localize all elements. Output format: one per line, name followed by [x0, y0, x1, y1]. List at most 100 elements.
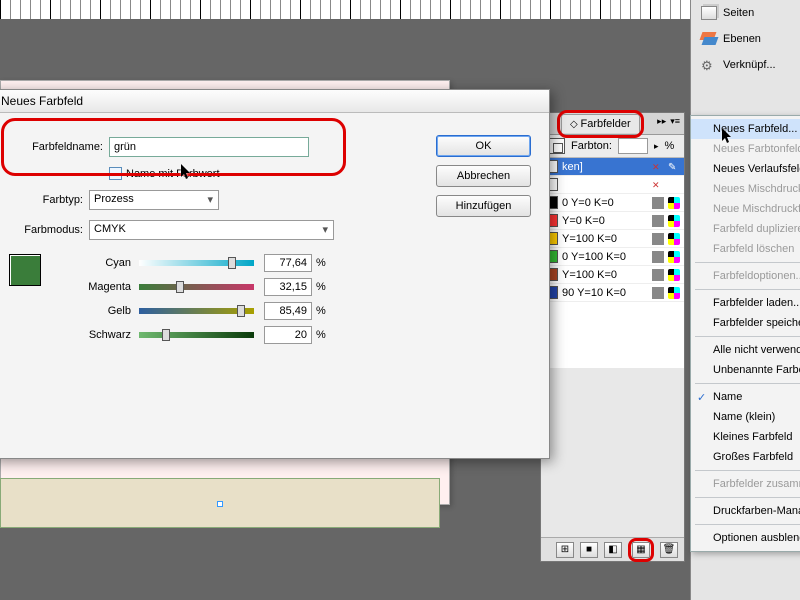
tab-swatches-label: Farbfelder — [580, 118, 630, 130]
slider-value-input[interactable] — [264, 278, 312, 296]
menu-item[interactable]: Neues Farbfeld... — [691, 119, 800, 139]
cmyk-icon — [668, 287, 680, 299]
ruler-horizontal[interactable] — [0, 0, 700, 20]
tint-pct: % — [665, 140, 675, 152]
dock-item-verknüpf...[interactable]: Verknüpf... — [691, 52, 800, 78]
swatch-name: 0 Y=100 K=0 — [562, 251, 648, 263]
slider-value-input[interactable] — [264, 326, 312, 344]
slider-label: Magenta — [59, 281, 139, 293]
colormode-value: CMYK — [94, 223, 126, 235]
cmyk-icon — [668, 197, 680, 209]
spot-icon — [652, 269, 664, 281]
swatch-name: Y=100 K=0 — [562, 269, 648, 281]
panel-collapse-icon[interactable]: ▸▸ — [657, 116, 666, 127]
menu-item: Neues Mischdruckfeld... — [691, 179, 800, 199]
slider-row-cyan: Cyan % — [59, 254, 326, 272]
menu-item[interactable]: Kleines Farbfeld — [691, 427, 800, 447]
add-button[interactable]: Hinzufügen — [436, 195, 531, 217]
swatch-row[interactable]: 0 Y=100 K=0 — [541, 248, 684, 266]
ic-links-icon — [701, 58, 717, 72]
slider-label: Cyan — [59, 257, 139, 269]
swatch-name: 0 Y=0 K=0 — [562, 197, 648, 209]
panel-tabbar: ≡ ◇ Farbfelder ▸▸ ▾≡ — [541, 113, 684, 135]
menu-item[interactable]: Neues Verlaufsfeld... — [691, 159, 800, 179]
swatch-name-input[interactable] — [109, 137, 309, 157]
dock-item-ebenen[interactable]: Ebenen — [691, 26, 800, 52]
colortype-select[interactable]: Prozess — [89, 190, 219, 210]
slider-track[interactable] — [139, 308, 254, 314]
tab-swatches[interactable]: ◇ Farbfelder — [561, 114, 640, 133]
menu-item[interactable]: Name (klein) — [691, 407, 800, 427]
spot-icon — [652, 197, 664, 209]
delete-swatch-button[interactable]: 🗑 — [660, 542, 678, 558]
panel-menu-icon[interactable]: ▾≡ — [670, 116, 680, 127]
swatch-kind2-button[interactable]: ◧ — [604, 542, 622, 558]
pct-label: % — [316, 257, 326, 269]
slider-value-input[interactable] — [264, 302, 312, 320]
swatch-name: ken] — [562, 161, 648, 173]
menu-item[interactable]: Großes Farbfeld — [691, 447, 800, 467]
colortype-value: Prozess — [94, 193, 134, 205]
cancel-button[interactable]: Abbrechen — [436, 165, 531, 187]
slider-track[interactable] — [139, 260, 254, 266]
menu-separator — [695, 497, 800, 498]
menu-separator — [695, 262, 800, 263]
menu-item[interactable]: Alle nicht verwendeten auswählen — [691, 340, 800, 360]
swatch-row[interactable]: Y=100 K=0 — [541, 230, 684, 248]
menu-separator — [695, 383, 800, 384]
spot-icon — [652, 215, 664, 227]
panel-footer: ⊞ ■ ◧ ▦ 🗑 — [541, 537, 684, 561]
menu-separator — [695, 524, 800, 525]
swatch-name: 90 Y=10 K=0 — [562, 287, 648, 299]
ic-layers-icon — [701, 32, 717, 46]
swatch-name: Y=100 K=0 — [562, 233, 648, 245]
swatch-row[interactable] — [541, 176, 684, 194]
slider-track[interactable] — [139, 284, 254, 290]
swatch-name: Y=0 K=0 — [562, 215, 648, 227]
slider-value-input[interactable] — [264, 254, 312, 272]
menu-item[interactable]: Unbenannte Farben hinzufügen — [691, 360, 800, 380]
colormode-label: Farbmodus: — [9, 224, 89, 236]
dock-item-label: Seiten — [723, 7, 754, 19]
name-with-value-checkbox[interactable] — [109, 167, 122, 180]
menu-item[interactable]: Farbfelder speichern... — [691, 313, 800, 333]
cmyk-icon — [668, 215, 680, 227]
menu-item: Farbfeld duplizieren — [691, 219, 800, 239]
swatch-row[interactable]: ken] — [541, 158, 684, 176]
swatch-row[interactable]: Y=100 K=0 — [541, 266, 684, 284]
new-swatch-button[interactable]: ▦ — [632, 542, 650, 558]
show-options-button[interactable]: ⊞ — [556, 542, 574, 558]
menu-item[interactable]: Farbfelder laden... — [691, 293, 800, 313]
dock-item-seiten[interactable]: Seiten — [691, 0, 800, 26]
new-swatch-dialog: Neues Farbfeld Farbfeldname: Name mit Fa… — [0, 89, 550, 459]
cmyk-icon — [668, 251, 680, 263]
colormode-select[interactable]: CMYK — [89, 220, 334, 240]
swatch-row[interactable]: 0 Y=0 K=0 — [541, 194, 684, 212]
cmyk-icon — [668, 233, 680, 245]
swatch-preview — [9, 254, 41, 286]
menu-item[interactable]: Druckfarben-Manager... — [691, 501, 800, 521]
swatch-kind-button[interactable]: ■ — [580, 542, 598, 558]
cannot-edit-icon — [652, 179, 664, 191]
menu-item: Neue Mischdruckfarbgruppe... — [691, 199, 800, 219]
selection-handle[interactable] — [217, 501, 223, 507]
tint-input[interactable] — [618, 138, 648, 154]
pencil-icon — [668, 161, 680, 173]
slider-row-gelb: Gelb % — [59, 302, 326, 320]
slider-track[interactable] — [139, 332, 254, 338]
dock-item-label: Verknüpf... — [723, 59, 776, 71]
name-with-value-label: Name mit Farbwert — [126, 168, 220, 180]
colortype-label: Farbtyp: — [9, 194, 89, 206]
menu-item: Farbfeldoptionen... — [691, 266, 800, 286]
menu-item[interactable]: Optionen ausblenden — [691, 528, 800, 548]
spot-icon — [652, 233, 664, 245]
swatch-row[interactable]: 90 Y=10 K=0 — [541, 284, 684, 302]
swatch-row[interactable]: Y=0 K=0 — [541, 212, 684, 230]
menu-item: Farbfeld löschen — [691, 239, 800, 259]
menu-item[interactable]: Name — [691, 387, 800, 407]
menu-separator — [695, 336, 800, 337]
slider-label: Schwarz — [59, 329, 139, 341]
ok-button[interactable]: OK — [436, 135, 531, 157]
dock-item-label: Ebenen — [723, 33, 761, 45]
swatch-list[interactable]: ken] 0 Y=0 K=0 Y=0 K=0 Y=100 K=0 0 Y=10 — [541, 158, 684, 368]
